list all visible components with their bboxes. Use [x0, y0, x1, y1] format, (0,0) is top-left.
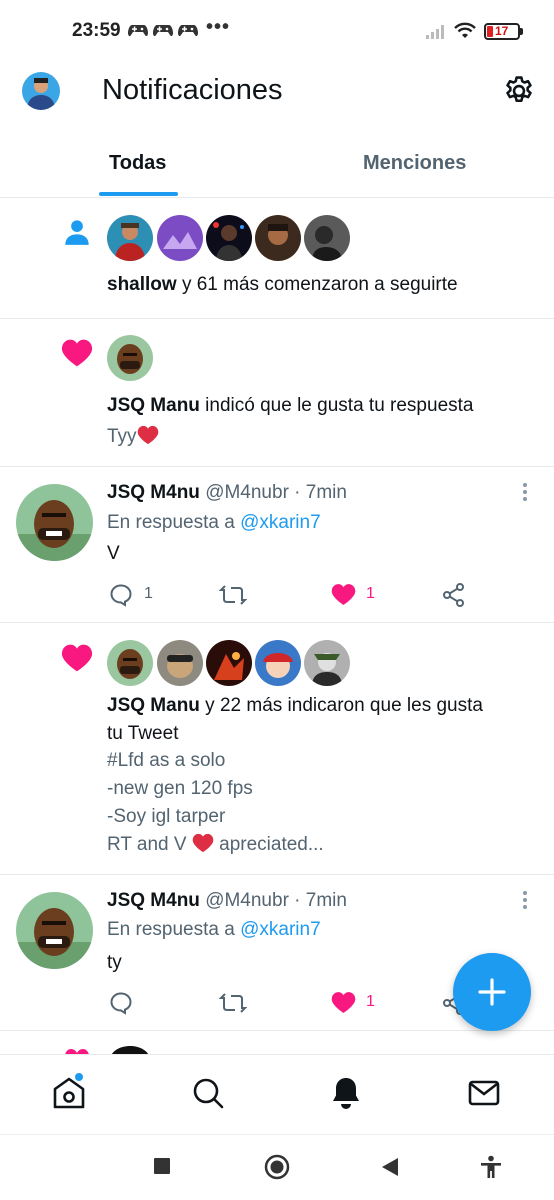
like-count: 1 — [366, 993, 375, 1010]
bell-icon[interactable] — [328, 1075, 364, 1111]
page-title: Notificaciones — [102, 74, 283, 106]
tweet-time: · 7min — [288, 890, 347, 911]
avatar[interactable] — [304, 215, 350, 261]
avatar[interactable] — [206, 215, 252, 261]
plus-icon — [478, 978, 506, 1006]
gamepad-icon — [178, 25, 198, 37]
avatar[interactable] — [157, 640, 203, 686]
retweet-icon[interactable] — [219, 991, 247, 1015]
author-name[interactable]: JSQ M4nu — [107, 482, 200, 503]
tab-all[interactable]: Todas — [109, 152, 166, 175]
divider — [0, 1030, 554, 1031]
battery-icon: 17 — [484, 23, 520, 40]
search-icon[interactable] — [190, 1075, 226, 1111]
divider — [0, 622, 554, 623]
red-heart-emoji-icon — [137, 425, 158, 445]
like-count: 1 — [366, 585, 375, 602]
back-icon[interactable] — [381, 1157, 399, 1177]
heart-icon — [61, 644, 93, 672]
tweet-snippet: Tyy — [107, 426, 137, 447]
profile-avatar-button[interactable] — [22, 72, 60, 110]
reply-icon[interactable] — [109, 991, 133, 1015]
author-handle[interactable]: @M4nubr — [205, 890, 289, 911]
reply-to-link[interactable]: @xkarin7 — [240, 512, 321, 533]
avatar[interactable] — [107, 215, 153, 261]
divider — [0, 466, 554, 467]
share-icon[interactable] — [442, 582, 466, 608]
reply-count: 1 — [144, 585, 153, 602]
notification-text-cont: tu Tweet — [107, 723, 179, 744]
active-tab-indicator — [99, 192, 178, 196]
avatar[interactable] — [107, 640, 153, 686]
notification-tabs: Todas Menciones — [0, 138, 554, 198]
battery-cap — [520, 28, 523, 35]
reply-prefix: En respuesta a — [107, 919, 241, 940]
avatar[interactable] — [206, 640, 252, 686]
tweet-snippet-line: -new gen 120 fps — [107, 778, 253, 799]
tweet-snippet-line: apreciated... — [213, 834, 324, 855]
reply-prefix: En respuesta a — [107, 512, 241, 533]
avatar[interactable] — [255, 640, 301, 686]
tweet-snippet-line: -Soy igl tarper — [107, 806, 226, 827]
gamepad-icon — [128, 25, 148, 37]
heart-icon[interactable] — [331, 583, 356, 606]
actor-name[interactable]: JSQ Manu — [107, 695, 200, 716]
accessibility-icon[interactable] — [480, 1155, 502, 1179]
notification-text: indicó que le gusta tu respuesta — [199, 395, 474, 416]
tweet-body: V — [107, 543, 120, 564]
red-heart-emoji-icon — [192, 833, 214, 853]
heart-icon — [61, 339, 93, 367]
gamepad-icon — [153, 25, 173, 37]
status-time: 23:59 — [72, 20, 121, 41]
tweet-body: ty — [107, 952, 122, 973]
mail-icon[interactable] — [466, 1075, 502, 1111]
notification-dot — [75, 1073, 83, 1081]
notification-text: y 22 más indicaron que les gusta — [199, 695, 483, 716]
more-options-icon[interactable] — [520, 482, 530, 502]
battery-level: 17 — [495, 24, 509, 38]
profile-avatar-image — [22, 72, 60, 110]
tweet-snippet-line: #Lfd as a solo — [107, 750, 226, 771]
avatar[interactable] — [304, 640, 350, 686]
notification-text: y 61 más comenzaron a seguirte — [176, 274, 458, 295]
heart-icon[interactable] — [331, 991, 356, 1014]
avatar[interactable] — [255, 215, 301, 261]
status-more-dots: ••• — [206, 16, 231, 38]
home-icon[interactable] — [51, 1075, 87, 1111]
status-bar: 23:59 ••• 17 — [0, 0, 554, 62]
avatar[interactable] — [107, 335, 153, 381]
recents-icon[interactable] — [153, 1157, 171, 1175]
wifi-icon — [454, 22, 476, 38]
reply-icon[interactable] — [109, 583, 133, 607]
reply-to-link[interactable]: @xkarin7 — [240, 919, 321, 940]
author-handle[interactable]: @M4nubr — [205, 482, 289, 503]
actor-name[interactable]: JSQ Manu — [107, 395, 200, 416]
avatar[interactable] — [16, 484, 93, 561]
avatar[interactable] — [157, 215, 203, 261]
divider — [0, 874, 554, 875]
system-navigation-bar — [0, 1134, 554, 1200]
tweet-snippet-line: RT and V — [107, 834, 192, 855]
app-header: Notificaciones — [0, 62, 554, 122]
retweet-icon[interactable] — [219, 583, 247, 607]
home-circle-icon[interactable] — [264, 1154, 290, 1180]
bottom-navigation — [0, 1054, 554, 1134]
divider — [0, 318, 554, 319]
avatar[interactable] — [16, 892, 93, 969]
compose-tweet-button[interactable] — [453, 953, 531, 1031]
more-options-icon[interactable] — [520, 890, 530, 910]
gear-icon[interactable] — [502, 74, 536, 108]
signal-icon — [426, 25, 444, 39]
actor-name[interactable]: shallow — [107, 274, 177, 295]
tab-mentions[interactable]: Menciones — [363, 152, 466, 175]
author-name[interactable]: JSQ M4nu — [107, 890, 200, 911]
tweet-time: · 7min — [288, 482, 347, 503]
person-icon — [65, 220, 89, 245]
